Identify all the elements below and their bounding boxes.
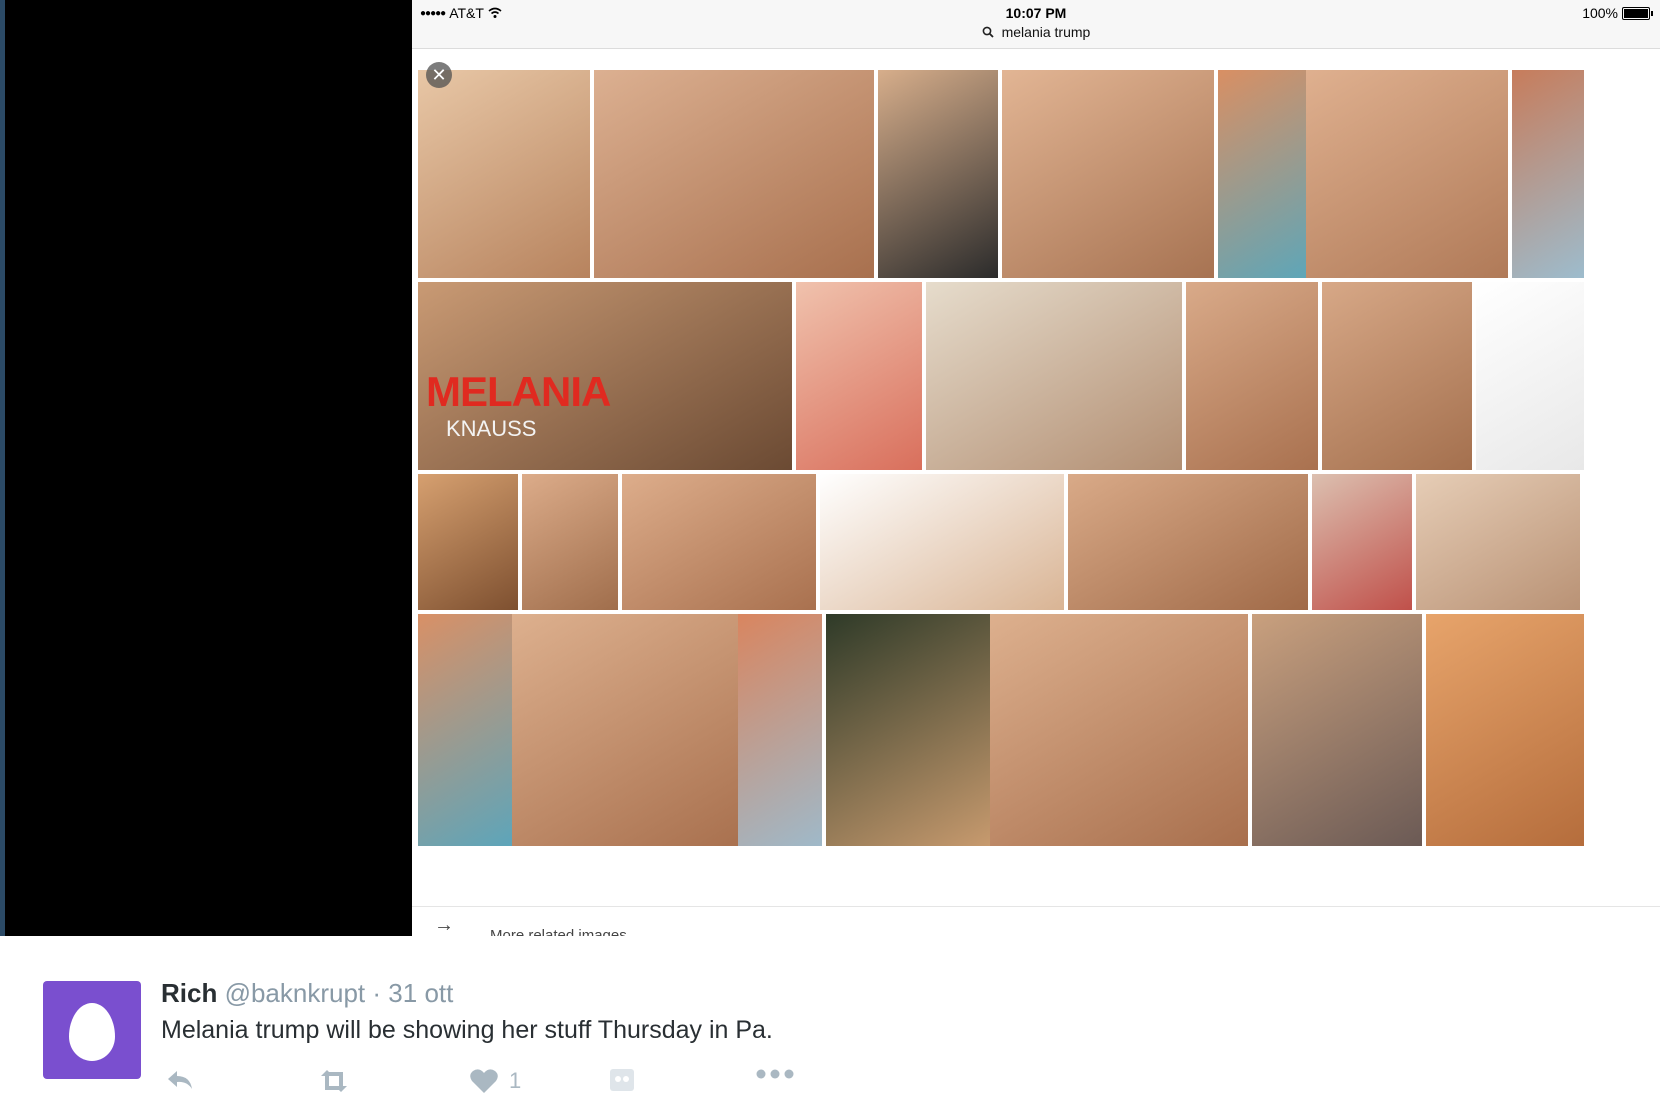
- reply-button[interactable]: [165, 1068, 195, 1092]
- image-result[interactable]: [738, 614, 822, 846]
- image-result[interactable]: [418, 474, 518, 610]
- image-result[interactable]: [1186, 282, 1318, 470]
- retweet-icon: [321, 1070, 347, 1092]
- image-result[interactable]: [522, 474, 618, 610]
- like-button[interactable]: 1: [469, 1068, 521, 1094]
- image-result[interactable]: [418, 70, 590, 278]
- battery-icon: [1622, 6, 1653, 20]
- avatar[interactable]: [43, 981, 141, 1079]
- ios-status-bar: ●●●●● AT&T 10:07 PM 100% melania trump: [412, 0, 1660, 49]
- egg-avatar-icon: [69, 1003, 115, 1061]
- image-results-grid: MELANIA KNAUSS: [412, 66, 1660, 906]
- image-result[interactable]: [512, 614, 738, 846]
- image-result[interactable]: [1306, 70, 1508, 278]
- search-query-text: melania trump: [1001, 24, 1091, 40]
- like-count: 1: [509, 1068, 522, 1093]
- status-time: 10:07 PM: [1005, 5, 1067, 21]
- image-overlay-title: MELANIA: [426, 368, 611, 415]
- image-result[interactable]: [796, 282, 922, 470]
- analytics-icon: [610, 1069, 634, 1091]
- more-options-button[interactable]: [755, 1068, 795, 1080]
- tweet-author-name[interactable]: Rich: [161, 978, 217, 1008]
- image-result[interactable]: [1002, 70, 1214, 278]
- tweet-author-handle[interactable]: @baknkrupt: [225, 978, 366, 1008]
- more-dots-icon: [756, 1069, 794, 1079]
- analytics-button[interactable]: [609, 1068, 635, 1092]
- image-overlay-subtitle: KNAUSS: [446, 416, 537, 441]
- tweet-actions: 1: [161, 1068, 861, 1104]
- image-result[interactable]: [826, 614, 990, 846]
- arrow-right-icon: →: [434, 914, 454, 936]
- image-result[interactable]: [1476, 282, 1584, 470]
- image-result[interactable]: [1416, 474, 1580, 610]
- image-result[interactable]: [878, 70, 998, 278]
- image-result[interactable]: [1512, 70, 1584, 278]
- retweet-button[interactable]: [315, 1068, 353, 1094]
- image-result[interactable]: [418, 614, 512, 846]
- more-related-images-label: More related images: [490, 927, 627, 936]
- image-result[interactable]: [1426, 614, 1584, 846]
- image-result[interactable]: [1068, 474, 1308, 610]
- image-result[interactable]: [820, 474, 1064, 610]
- left-edge-strip: [0, 0, 5, 936]
- tweet-separator: ·: [372, 978, 382, 1008]
- image-result[interactable]: [1322, 282, 1472, 470]
- battery-indicator: 100%: [1582, 5, 1653, 21]
- tweet-date[interactable]: 31 ott: [388, 978, 453, 1008]
- image-result[interactable]: [1312, 474, 1412, 610]
- tweet: Rich @baknkrupt · 31 ott Melania trump w…: [0, 936, 1668, 1110]
- close-icon[interactable]: ✕: [426, 62, 452, 88]
- more-related-images-row[interactable]: → More related images: [412, 906, 1660, 936]
- image-result[interactable]: [990, 614, 1248, 846]
- left-black-panel: [0, 0, 412, 936]
- image-result[interactable]: [926, 282, 1182, 470]
- image-result[interactable]: [1252, 614, 1422, 846]
- tweet-text: Melania trump will be showing her stuff …: [161, 1016, 773, 1044]
- heart-icon: [470, 1069, 498, 1093]
- image-result[interactable]: [622, 474, 816, 610]
- reply-icon: [168, 1071, 192, 1089]
- search-query-bar[interactable]: melania trump: [412, 24, 1660, 40]
- tweet-header: Rich @baknkrupt · 31 ott: [161, 978, 453, 1009]
- search-icon: [982, 26, 994, 38]
- battery-percent: 100%: [1582, 5, 1618, 21]
- ipad-screenshot: ●●●●● AT&T 10:07 PM 100% melania trump M…: [412, 0, 1660, 936]
- image-result[interactable]: [1218, 70, 1306, 278]
- image-result[interactable]: [594, 70, 874, 278]
- image-result[interactable]: MELANIA KNAUSS: [418, 282, 792, 470]
